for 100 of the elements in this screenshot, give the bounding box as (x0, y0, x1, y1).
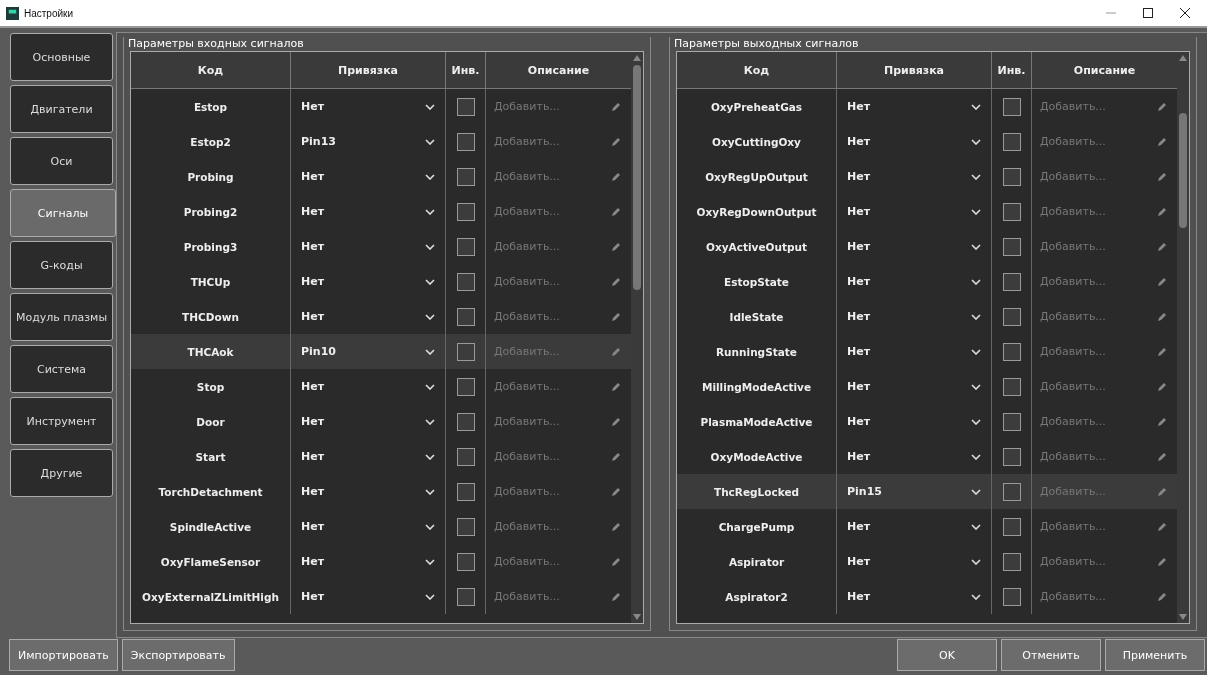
pencil-icon[interactable] (1157, 171, 1167, 182)
binding-dropdown[interactable]: Нет (843, 168, 985, 185)
table-row[interactable]: EstopState Нет Добавить... (677, 264, 1177, 299)
binding-dropdown[interactable]: Нет (843, 553, 985, 570)
checkbox[interactable] (1002, 482, 1021, 501)
binding-dropdown[interactable]: Нет (297, 273, 439, 290)
pencil-icon[interactable] (611, 101, 621, 112)
scroll-up-icon[interactable] (633, 55, 641, 61)
sidebar-tab[interactable]: Модуль плазмы (10, 293, 113, 341)
description-field[interactable]: Добавить... (494, 238, 607, 255)
footer-button[interactable]: Экспортировать (121, 639, 235, 671)
table-row[interactable]: ChargePump Нет Добавить... (677, 509, 1177, 544)
pencil-icon[interactable] (1157, 416, 1167, 427)
description-field[interactable]: Добавить... (1040, 98, 1153, 115)
checkbox[interactable] (456, 412, 475, 431)
pencil-icon[interactable] (611, 591, 621, 602)
checkbox[interactable] (1002, 587, 1021, 606)
checkbox[interactable] (1002, 377, 1021, 396)
checkbox[interactable] (1002, 272, 1021, 291)
description-field[interactable]: Добавить... (1040, 343, 1153, 360)
checkbox[interactable] (456, 482, 475, 501)
description-field[interactable]: Добавить... (1040, 273, 1153, 290)
checkbox[interactable] (1002, 237, 1021, 256)
description-field[interactable]: Добавить... (1040, 133, 1153, 150)
checkbox[interactable] (1002, 517, 1021, 536)
table-row[interactable]: THCAok Pin10 Добавить... (131, 334, 631, 369)
pencil-icon[interactable] (611, 241, 621, 252)
binding-dropdown[interactable]: Нет (843, 413, 985, 430)
checkbox[interactable] (456, 202, 475, 221)
checkbox[interactable] (456, 447, 475, 466)
description-field[interactable]: Добавить... (494, 448, 607, 465)
checkbox[interactable] (1002, 202, 1021, 221)
table-row[interactable]: Probing Нет Добавить... (131, 159, 631, 194)
pencil-icon[interactable] (611, 486, 621, 497)
sidebar-tab[interactable]: Оси (10, 137, 113, 185)
table-row[interactable]: THCUp Нет Добавить... (131, 264, 631, 299)
checkbox[interactable] (1002, 167, 1021, 186)
table-row[interactable]: RunningState Нет Добавить... (677, 334, 1177, 369)
sidebar-tab[interactable]: Сигналы (10, 189, 116, 237)
pencil-icon[interactable] (1157, 556, 1167, 567)
close-icon[interactable] (1180, 8, 1190, 18)
checkbox[interactable] (456, 272, 475, 291)
checkbox[interactable] (456, 167, 475, 186)
description-field[interactable]: Добавить... (1040, 413, 1153, 430)
pencil-icon[interactable] (611, 381, 621, 392)
table-row[interactable]: Estop Нет Добавить... (131, 89, 631, 124)
binding-dropdown[interactable]: Нет (843, 378, 985, 395)
checkbox[interactable] (456, 552, 475, 571)
pencil-icon[interactable] (611, 346, 621, 357)
binding-dropdown[interactable]: Нет (297, 588, 439, 605)
description-field[interactable]: Добавить... (494, 378, 607, 395)
checkbox[interactable] (456, 237, 475, 256)
table-row[interactable]: MillingModeActive Нет Добавить... (677, 369, 1177, 404)
binding-dropdown[interactable]: Нет (297, 378, 439, 395)
maximize-icon[interactable] (1143, 8, 1153, 18)
footer-button[interactable]: Импортировать (9, 639, 118, 671)
description-field[interactable]: Добавить... (1040, 588, 1153, 605)
binding-dropdown[interactable]: Нет (297, 553, 439, 570)
table-row[interactable]: OxyExternalZLimitHigh Нет Добавить... (131, 579, 631, 614)
pencil-icon[interactable] (611, 556, 621, 567)
description-field[interactable]: Добавить... (494, 413, 607, 430)
binding-dropdown[interactable]: Нет (297, 518, 439, 535)
binding-dropdown[interactable]: Нет (297, 483, 439, 500)
pencil-icon[interactable] (1157, 521, 1167, 532)
scrollbar[interactable] (1177, 52, 1189, 623)
table-row[interactable]: OxyActiveOutput Нет Добавить... (677, 229, 1177, 264)
checkbox[interactable] (456, 342, 475, 361)
table-row[interactable]: PlasmaModeActive Нет Добавить... (677, 404, 1177, 439)
footer-button[interactable]: OK (897, 639, 997, 671)
binding-dropdown[interactable]: Нет (843, 98, 985, 115)
binding-dropdown[interactable]: Нет (297, 203, 439, 220)
description-field[interactable]: Добавить... (1040, 553, 1153, 570)
description-field[interactable]: Добавить... (1040, 203, 1153, 220)
pencil-icon[interactable] (1157, 346, 1167, 357)
description-field[interactable]: Добавить... (494, 343, 607, 360)
pencil-icon[interactable] (1157, 486, 1167, 497)
binding-dropdown[interactable]: Pin10 (297, 343, 439, 360)
binding-dropdown[interactable]: Нет (843, 238, 985, 255)
table-row[interactable]: TorchDetachment Нет Добавить... (131, 474, 631, 509)
checkbox[interactable] (1002, 412, 1021, 431)
description-field[interactable]: Добавить... (494, 273, 607, 290)
checkbox[interactable] (1002, 132, 1021, 151)
table-row[interactable]: Probing3 Нет Добавить... (131, 229, 631, 264)
binding-dropdown[interactable]: Pin13 (297, 133, 439, 150)
description-field[interactable]: Добавить... (494, 483, 607, 500)
binding-dropdown[interactable]: Нет (843, 308, 985, 325)
binding-dropdown[interactable]: Нет (297, 98, 439, 115)
description-field[interactable]: Добавить... (494, 98, 607, 115)
pencil-icon[interactable] (1157, 241, 1167, 252)
table-row[interactable]: Stop Нет Добавить... (131, 369, 631, 404)
description-field[interactable]: Добавить... (1040, 483, 1153, 500)
binding-dropdown[interactable]: Нет (843, 273, 985, 290)
scroll-up-icon[interactable] (1179, 55, 1187, 61)
pencil-icon[interactable] (1157, 381, 1167, 392)
binding-dropdown[interactable]: Нет (297, 308, 439, 325)
binding-dropdown[interactable]: Нет (297, 168, 439, 185)
checkbox[interactable] (456, 377, 475, 396)
description-field[interactable]: Добавить... (494, 168, 607, 185)
scroll-thumb[interactable] (1179, 113, 1187, 228)
table-row[interactable]: Estop2 Pin13 Добавить... (131, 124, 631, 159)
